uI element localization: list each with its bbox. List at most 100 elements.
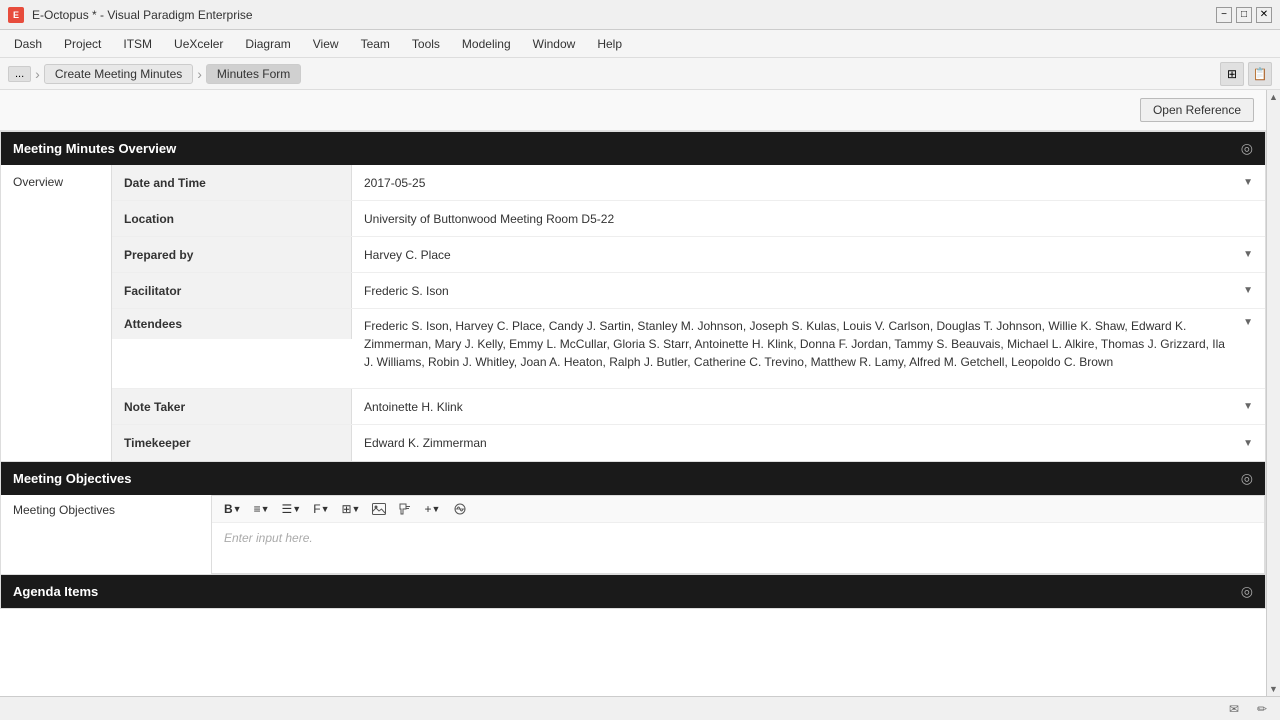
field-row-facilitator: Facilitator Frederic S. Ison ▼ bbox=[112, 273, 1265, 309]
overview-section-header[interactable]: Meeting Minutes Overview ◎ bbox=[1, 132, 1265, 165]
toolbar-format-button[interactable] bbox=[394, 500, 416, 518]
prepared-by-dropdown-arrow[interactable]: ▼ bbox=[1243, 249, 1253, 260]
overview-section: Meeting Minutes Overview ◎ Overview Date… bbox=[0, 131, 1266, 462]
menu-help[interactable]: Help bbox=[587, 33, 632, 55]
agenda-collapse-icon: ◎ bbox=[1241, 583, 1253, 600]
attendees-dropdown-arrow[interactable]: ▼ bbox=[1243, 317, 1253, 328]
app-icon: E bbox=[8, 7, 24, 23]
objectives-editor: B▼ ≡▼ ☰▼ F▼ ⊞▼ bbox=[211, 495, 1265, 574]
field-label-note-taker: Note Taker bbox=[112, 389, 352, 424]
overview-section-title: Meeting Minutes Overview bbox=[13, 141, 176, 156]
objectives-section-title: Meeting Objectives bbox=[13, 471, 131, 486]
menu-modeling[interactable]: Modeling bbox=[452, 33, 521, 55]
date-time-dropdown-arrow[interactable]: ▼ bbox=[1243, 177, 1253, 188]
field-row-attendees: Attendees Frederic S. Ison, Harvey C. Pl… bbox=[112, 309, 1265, 389]
field-row-note-taker: Note Taker Antoinette H. Klink ▼ bbox=[112, 389, 1265, 425]
menu-team[interactable]: Team bbox=[351, 33, 400, 55]
title-bar: E E-Octopus * - Visual Paradigm Enterpri… bbox=[0, 0, 1280, 30]
objectives-section-header[interactable]: Meeting Objectives ◎ bbox=[1, 462, 1265, 495]
menu-window[interactable]: Window bbox=[523, 33, 586, 55]
field-label-timekeeper: Timekeeper bbox=[112, 425, 352, 461]
breadcrumb-icons: ⊞ 📋 bbox=[1220, 62, 1272, 86]
objectives-editor-area[interactable]: Enter input here. bbox=[212, 523, 1264, 573]
objectives-section: Meeting Objectives ◎ Meeting Objectives … bbox=[0, 462, 1266, 575]
breadcrumb-bar: ... › Create Meeting Minutes › Minutes F… bbox=[0, 58, 1280, 90]
breadcrumb-sep-2: › bbox=[197, 66, 202, 82]
field-row-timekeeper: Timekeeper Edward K. Zimmerman ▼ bbox=[112, 425, 1265, 461]
title-bar-text: E-Octopus * - Visual Paradigm Enterprise bbox=[32, 8, 253, 22]
breadcrumb-minutes-form[interactable]: Minutes Form bbox=[206, 64, 301, 84]
toolbar-bold-button[interactable]: B▼ bbox=[220, 500, 246, 518]
breadcrumb-icon-2[interactable]: 📋 bbox=[1248, 62, 1272, 86]
agenda-section-title: Agenda Items bbox=[13, 584, 98, 599]
menu-tools[interactable]: Tools bbox=[402, 33, 450, 55]
toolbar-font-button[interactable]: F▼ bbox=[309, 500, 333, 518]
breadcrumb-dots[interactable]: ... bbox=[8, 66, 31, 82]
field-row-prepared-by: Prepared by Harvey C. Place ▼ bbox=[112, 237, 1265, 273]
objectives-label: Meeting Objectives bbox=[1, 495, 211, 574]
close-button[interactable]: ✕ bbox=[1256, 7, 1272, 23]
overview-label: Overview bbox=[1, 165, 111, 461]
field-value-timekeeper[interactable]: Edward K. Zimmerman ▼ bbox=[352, 425, 1265, 461]
main-content: ▲ ▼ Open Reference Meeting Minutes Overv… bbox=[0, 90, 1280, 696]
edit-icon[interactable]: ✏ bbox=[1252, 699, 1272, 719]
field-value-location[interactable]: University of Buttonwood Meeting Room D5… bbox=[352, 201, 1265, 236]
objectives-collapse-icon: ◎ bbox=[1241, 470, 1253, 487]
field-value-prepared-by[interactable]: Harvey C. Place ▼ bbox=[352, 237, 1265, 272]
window-controls: − □ ✕ bbox=[1216, 7, 1272, 23]
agenda-section-header[interactable]: Agenda Items ◎ bbox=[1, 575, 1265, 608]
overview-body: Overview Date and Time 2017-05-25 ▼ Loca… bbox=[1, 165, 1265, 461]
menu-view[interactable]: View bbox=[303, 33, 349, 55]
facilitator-dropdown-arrow[interactable]: ▼ bbox=[1243, 285, 1253, 296]
field-value-note-taker[interactable]: Antoinette H. Klink ▼ bbox=[352, 389, 1265, 424]
field-value-prepared-by-text: Harvey C. Place bbox=[364, 248, 1235, 262]
action-bar: Open Reference bbox=[0, 90, 1266, 131]
title-bar-left: E E-Octopus * - Visual Paradigm Enterpri… bbox=[8, 7, 253, 23]
toolbar-table-button[interactable]: ⊞▼ bbox=[337, 500, 364, 518]
field-value-attendees-text: Frederic S. Ison, Harvey C. Place, Candy… bbox=[364, 317, 1235, 371]
field-value-facilitator[interactable]: Frederic S. Ison ▼ bbox=[352, 273, 1265, 308]
email-icon[interactable]: ✉ bbox=[1224, 699, 1244, 719]
field-label-attendees: Attendees bbox=[112, 309, 352, 339]
menu-uexceler[interactable]: UeXceler bbox=[164, 33, 233, 55]
open-reference-button[interactable]: Open Reference bbox=[1140, 98, 1254, 122]
field-label-date-time: Date and Time bbox=[112, 165, 352, 200]
breadcrumb-sep-1: › bbox=[35, 66, 40, 82]
field-label-prepared-by: Prepared by bbox=[112, 237, 352, 272]
field-value-date-time[interactable]: 2017-05-25 ▼ bbox=[352, 165, 1265, 200]
timekeeper-dropdown-arrow[interactable]: ▼ bbox=[1243, 438, 1253, 449]
toolbar-image-button[interactable] bbox=[368, 501, 390, 517]
agenda-section: Agenda Items ◎ bbox=[0, 575, 1266, 609]
field-value-date-time-text: 2017-05-25 bbox=[364, 176, 1235, 190]
breadcrumb-create-meeting[interactable]: Create Meeting Minutes bbox=[44, 64, 193, 84]
toolbar-list-button[interactable]: ☰▼ bbox=[278, 500, 306, 518]
field-label-facilitator: Facilitator bbox=[112, 273, 352, 308]
breadcrumb: ... › Create Meeting Minutes › Minutes F… bbox=[8, 64, 301, 84]
menu-dash[interactable]: Dash bbox=[4, 33, 52, 55]
maximize-button[interactable]: □ bbox=[1236, 7, 1252, 23]
overview-table: Date and Time 2017-05-25 ▼ Location Univ… bbox=[111, 165, 1265, 461]
note-taker-dropdown-arrow[interactable]: ▼ bbox=[1243, 401, 1253, 412]
editor-toolbar: B▼ ≡▼ ☰▼ F▼ ⊞▼ bbox=[212, 496, 1264, 523]
field-value-timekeeper-text: Edward K. Zimmerman bbox=[364, 436, 1235, 450]
menu-diagram[interactable]: Diagram bbox=[235, 33, 300, 55]
scroll-down-arrow[interactable]: ▼ bbox=[1267, 682, 1280, 696]
field-value-attendees[interactable]: Frederic S. Ison, Harvey C. Place, Candy… bbox=[352, 309, 1265, 379]
toolbar-align-button[interactable]: ≡▼ bbox=[250, 500, 274, 518]
field-row-location: Location University of Buttonwood Meetin… bbox=[112, 201, 1265, 237]
field-value-facilitator-text: Frederic S. Ison bbox=[364, 284, 1235, 298]
field-label-location: Location bbox=[112, 201, 352, 236]
toolbar-other-button[interactable] bbox=[448, 500, 472, 518]
field-row-date-time: Date and Time 2017-05-25 ▼ bbox=[112, 165, 1265, 201]
toolbar-add-button[interactable]: +▼ bbox=[420, 500, 444, 518]
field-value-location-text: University of Buttonwood Meeting Room D5… bbox=[364, 212, 1253, 226]
field-value-note-taker-text: Antoinette H. Klink bbox=[364, 400, 1235, 414]
minimize-button[interactable]: − bbox=[1216, 7, 1232, 23]
breadcrumb-icon-1[interactable]: ⊞ bbox=[1220, 62, 1244, 86]
menu-itsm[interactable]: ITSM bbox=[113, 33, 162, 55]
menu-bar: Dash Project ITSM UeXceler Diagram View … bbox=[0, 30, 1280, 58]
scroll-up-arrow[interactable]: ▲ bbox=[1267, 90, 1280, 104]
objectives-row: Meeting Objectives B▼ ≡▼ ☰▼ F▼ ⊞▼ bbox=[1, 495, 1265, 574]
menu-project[interactable]: Project bbox=[54, 33, 111, 55]
overview-collapse-icon: ◎ bbox=[1241, 140, 1253, 157]
